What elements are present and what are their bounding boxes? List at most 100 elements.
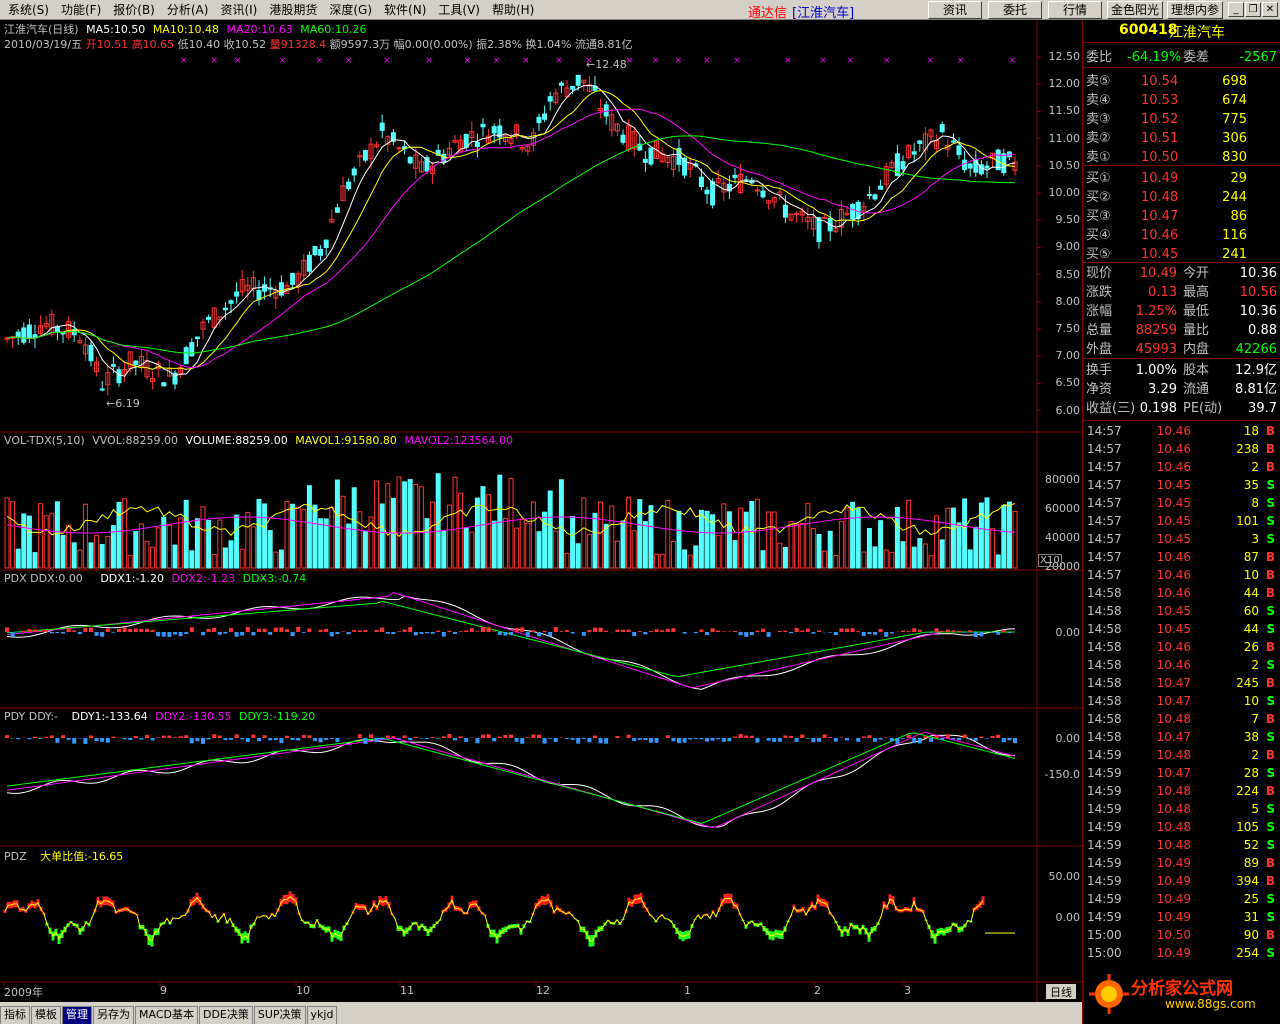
menu-depth[interactable]: 深度(G)	[323, 1, 378, 19]
tick-time: 14:59	[1087, 892, 1122, 906]
candle-body	[346, 181, 352, 190]
ddx-bar	[856, 631, 861, 632]
stat2-value: 1.00%	[1135, 363, 1177, 378]
volume-bar	[206, 519, 212, 569]
tab-manage[interactable]: 管理	[62, 1006, 92, 1024]
menu-info[interactable]: 资讯(I)	[214, 1, 263, 19]
candle-body	[234, 291, 240, 297]
candle-body	[704, 189, 710, 195]
stat2-label-2: 股本	[1183, 363, 1210, 378]
tab-macd-basic[interactable]: MACD基本	[135, 1006, 198, 1024]
chart-canvas[interactable]: × × × × × × × × × × × × × × × × × × × × × × × × ×	[0, 20, 1082, 1002]
vol-axis-label: 60000	[1045, 502, 1080, 515]
tick-side: B	[1265, 586, 1275, 600]
tick-volume: 101	[1236, 514, 1259, 528]
stat-label: 现价	[1086, 266, 1113, 281]
candle-body	[956, 145, 962, 156]
tick-price: 10.47	[1156, 766, 1191, 780]
tick-volume: 89	[1243, 856, 1259, 870]
tick-price: 10.45	[1156, 478, 1191, 492]
ddy-bar	[357, 734, 362, 738]
ma10-line	[6, 90, 1016, 370]
volume-bar	[794, 523, 800, 569]
ddx-bar	[83, 627, 88, 632]
weibi-row: 委比 -64.19% 委差 -2567	[1083, 48, 1280, 67]
tick-time: 14:59	[1087, 874, 1122, 888]
volume-bar	[77, 549, 83, 569]
minimize-icon[interactable]: _	[1228, 2, 1244, 17]
market-button[interactable]: 行情	[1048, 1, 1102, 19]
ddy-bar	[654, 738, 659, 743]
ddx-bar	[873, 632, 877, 635]
ddx-bar	[1007, 632, 1012, 633]
volume-bar	[318, 518, 324, 569]
ddx-bar	[738, 632, 743, 636]
golden-sun-button[interactable]: 金色阳光	[1107, 1, 1163, 19]
tick-row: 14:58 10.46 44 B	[1083, 584, 1280, 602]
ddx-bar	[105, 628, 110, 632]
pdz-value: 大单比值:-16.65	[40, 850, 124, 863]
volume-bar	[222, 547, 228, 569]
ddy-bar	[576, 738, 581, 744]
tab-dde-decision[interactable]: DDE决策	[198, 1006, 253, 1024]
volume-bar	[105, 535, 111, 569]
volume-bar	[816, 533, 822, 569]
ddy-bar	[957, 738, 961, 741]
volume-bar	[603, 523, 609, 569]
stat-value-2: 10.36	[1239, 304, 1277, 319]
tick-time: 14:58	[1087, 676, 1122, 690]
tick-price: 10.46	[1156, 640, 1191, 654]
volume-bar	[155, 527, 161, 569]
tab-sup-decision[interactable]: SUP决策	[253, 1006, 306, 1024]
order-button[interactable]: 委托	[988, 1, 1042, 19]
tick-side: S	[1266, 892, 1275, 906]
menu-tools[interactable]: 工具(V)	[432, 1, 486, 19]
pdx-header: PDX DDX:0.00 DDX1:-1.20 DDX2:-1.23 DDX3:…	[4, 572, 306, 585]
close-icon[interactable]: ✕	[1262, 2, 1278, 17]
tab-indicator[interactable]: 指标	[0, 1006, 30, 1024]
ddx-bar	[637, 631, 642, 632]
sell-volume: 698	[1222, 74, 1247, 89]
ddy-bar	[800, 734, 805, 738]
chart-area[interactable]: × × × × × × × × × × × × × × × × × × × × × × × × × 江淮汽车(日线) MA5:1…	[0, 20, 1082, 1002]
ddx-bar	[184, 632, 189, 634]
volume-bar	[362, 530, 368, 569]
tick-price: 10.49	[1156, 910, 1191, 924]
ddx-bar	[800, 630, 805, 632]
tick-time: 14:58	[1087, 712, 1122, 726]
volume-bar	[967, 549, 973, 569]
volume-bar	[54, 501, 60, 569]
volume-bar	[10, 501, 16, 569]
ddy-bar	[245, 738, 250, 743]
candle-body	[206, 316, 212, 320]
info-button[interactable]: 资讯	[928, 1, 982, 19]
volume-bar	[66, 524, 72, 569]
price-axis-label: 12.00	[1048, 77, 1081, 91]
stat-label: 外盘	[1086, 342, 1113, 357]
tick-row: 14:58 10.45 44 S	[1083, 620, 1280, 638]
menu-software[interactable]: 软件(N)	[378, 1, 432, 19]
tick-volume: 35	[1243, 478, 1259, 492]
ddx-bar	[475, 631, 480, 632]
menu-help[interactable]: 帮助(H)	[486, 1, 540, 19]
ddy3-line	[6, 732, 1016, 824]
ideal-ref-button[interactable]: 理想内参	[1167, 1, 1223, 19]
sell-volume: 306	[1222, 131, 1247, 146]
tick-volume: 10	[1243, 568, 1259, 582]
tab-template[interactable]: 模板	[31, 1006, 61, 1024]
buy-label: 买①	[1086, 171, 1111, 186]
menu-hk-futures[interactable]: 港股期货	[263, 1, 323, 19]
menu-analysis[interactable]: 分析(A)	[161, 1, 215, 19]
restore-icon[interactable]: ❐	[1245, 2, 1261, 17]
period-label[interactable]: 日线	[1046, 984, 1076, 999]
ddy2-label: DDY2:-130.55	[155, 710, 232, 723]
info-low: 低10.40	[177, 38, 221, 51]
tab-save-as[interactable]: 另存为	[93, 1006, 134, 1024]
menu-quote[interactable]: 报价(B)	[107, 1, 161, 19]
menu-system[interactable]: 系统(S)	[0, 1, 55, 19]
tab-ykjd[interactable]: ykjd	[306, 1006, 338, 1024]
tick-row: 14:59 10.48 5 S	[1083, 800, 1280, 818]
ddy-bar	[128, 738, 133, 740]
tick-volume: 38	[1243, 730, 1259, 744]
menu-function[interactable]: 功能(F)	[55, 1, 107, 19]
